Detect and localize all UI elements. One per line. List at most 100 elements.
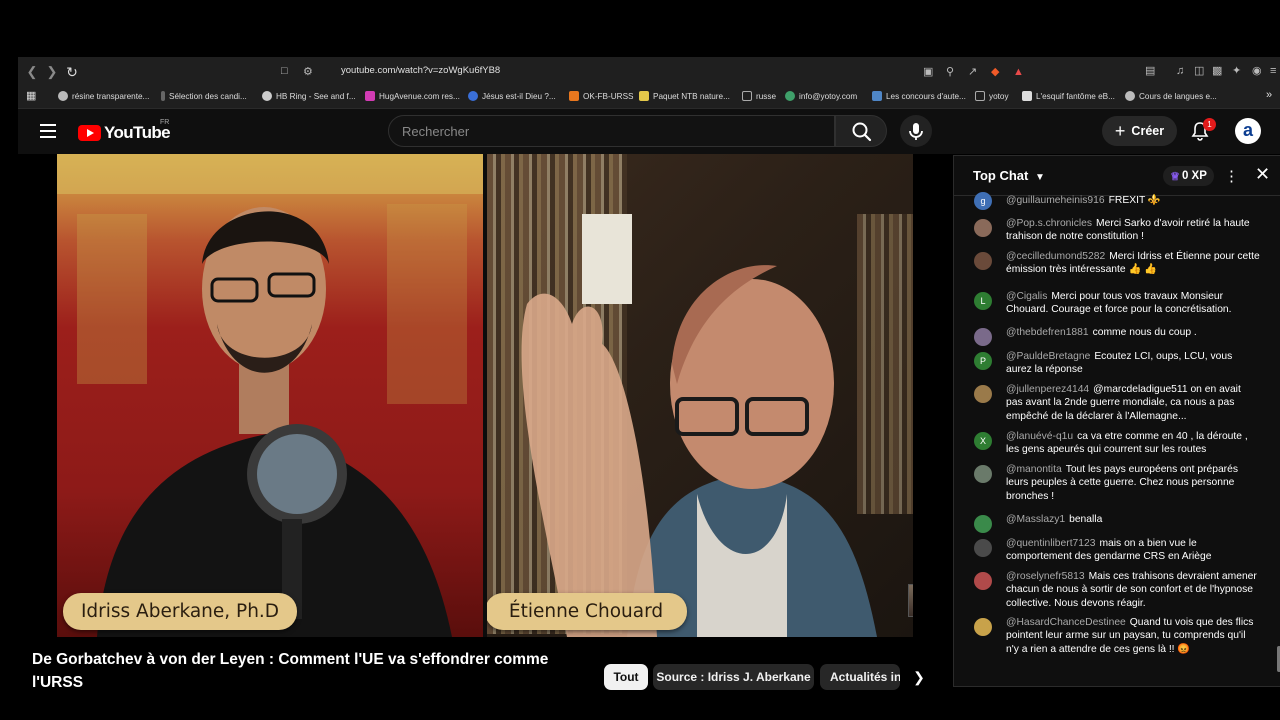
brave-shield-icon[interactable]: ◆ — [991, 65, 999, 79]
bookmark-favicon-icon — [785, 91, 795, 101]
notification-badge: 1 — [1203, 118, 1216, 131]
chat-avatar — [974, 465, 992, 483]
more-options-icon[interactable]: ⋮ — [1224, 167, 1239, 185]
back-icon[interactable]: ❮ — [24, 64, 40, 80]
chip-news[interactable]: Actualités in — [820, 664, 900, 690]
bookmark-item[interactable]: Les concours d'aute... — [872, 91, 966, 101]
bookmark-label: yotoy — [989, 91, 1009, 101]
crown-icon: ♕ — [1170, 170, 1180, 183]
chat-message-body: FREXIT ⚜️ — [1108, 195, 1161, 206]
create-button[interactable]: + Créer — [1102, 116, 1177, 146]
bookmark-favicon-icon — [262, 91, 272, 101]
channel-watermark-thumbnail[interactable] — [908, 584, 913, 617]
bookmark-item[interactable]: L'esquif fantôme eB... — [1022, 91, 1115, 101]
speaker-left-image — [57, 154, 483, 637]
chat-username: @manontita — [1006, 464, 1062, 475]
region-code: FR — [160, 119, 170, 126]
video-left-panel: Idriss Aberkane, Ph.D — [57, 154, 483, 637]
chat-avatar — [974, 385, 992, 403]
search-button[interactable] — [835, 115, 887, 147]
bookmark-item[interactable]: yotoy — [975, 91, 1009, 101]
chat-message-text: @lanuévé-q1u ca va etre comme en 40 , la … — [1006, 430, 1260, 457]
bookmark-item[interactable]: Paquet NTB nature... — [639, 91, 730, 101]
bookmark-item[interactable]: HB Ring - See and f... — [262, 91, 356, 101]
speaker-right-image — [521, 214, 877, 637]
wallet-icon[interactable]: ▩ — [1212, 65, 1222, 77]
rewards-icon[interactable]: ▲ — [1013, 65, 1024, 79]
account-avatar[interactable]: a — [1235, 118, 1261, 144]
chat-message-text: @PauldeBretagne Ecoutez LCI, oups, LCU, v… — [1006, 350, 1260, 377]
bookmark-label: HB Ring - See and f... — [276, 91, 356, 101]
chat-avatar: P — [974, 352, 992, 370]
search-icon — [852, 122, 872, 142]
url-text[interactable]: youtube.com/watch?v=zoWgKu6fYB8 — [341, 65, 500, 76]
bookmark-favicon-icon — [365, 91, 375, 101]
bookmark-item[interactable]: Sélection des candi... — [161, 91, 247, 101]
bookmark-item[interactable]: info@yotoy.com — [785, 91, 857, 101]
bookmark-label: Les concours d'aute... — [886, 91, 966, 101]
chat-username: @Masslazy1 — [1006, 514, 1066, 525]
zoom-icon[interactable]: ⚲ — [946, 65, 954, 79]
chat-username: @cecilledumond5282 — [1006, 251, 1106, 262]
menu-hamburger-icon[interactable] — [40, 124, 56, 138]
chat-message-text: @cecilledumond5282 Merci Idriss et Étienn… — [1006, 250, 1260, 277]
xp-badge[interactable]: ♕ 0 XP — [1163, 166, 1214, 186]
reading-list-icon[interactable]: ◫ — [1194, 65, 1204, 77]
create-label: Créer — [1131, 124, 1165, 138]
vpn-icon[interactable]: ◉ — [1252, 65, 1262, 77]
youtube-logo[interactable]: YouTube FR — [78, 119, 171, 143]
bookmark-label: Cours de langues e... — [1139, 91, 1217, 101]
chat-avatar — [974, 539, 992, 557]
chat-message-text: @HasardChanceDestinee Quand tu vois que d… — [1006, 616, 1260, 656]
youtube-wordmark: YouTube — [104, 123, 171, 142]
chat-avatar — [974, 572, 992, 590]
plus-icon: + — [1114, 121, 1126, 141]
bookmark-favicon-icon — [161, 91, 165, 101]
bookmark-item[interactable]: HugAvenue.com res... — [365, 91, 460, 101]
more-bookmarks-icon[interactable]: » — [1266, 89, 1272, 101]
site-info-icon[interactable]: ⚙ — [303, 65, 313, 79]
bookmark-item[interactable]: russe — [742, 91, 776, 101]
bookmark-page-icon[interactable]: □ — [281, 64, 288, 78]
apps-grid-icon[interactable]: ▦ — [26, 89, 36, 102]
speaker-left-nameplate: Idriss Aberkane, Ph.D — [63, 593, 297, 630]
bookmark-label: info@yotoy.com — [799, 91, 858, 101]
search-input[interactable] — [389, 116, 834, 146]
bookmark-item[interactable]: Cours de langues e... — [1125, 91, 1217, 101]
music-icon[interactable]: ♫ — [1176, 65, 1184, 77]
search-box[interactable] — [388, 115, 835, 147]
chip-source[interactable]: Source : Idriss J. Aberkane — [653, 664, 814, 690]
bookmark-label: résine transparente... — [72, 91, 150, 101]
bookmark-favicon-icon — [872, 91, 882, 101]
bookmark-item[interactable]: Jésus est-il Dieu ?... — [468, 91, 556, 101]
chat-message-text: @quentinlibert7123 mais on a bien vue le … — [1006, 537, 1260, 564]
chevron-right-icon[interactable]: ❯ — [909, 667, 929, 687]
bookmark-label: HugAvenue.com res... — [379, 91, 460, 101]
youtube-header: YouTube FR + Créer 1 a — [18, 109, 1280, 154]
forward-icon[interactable]: ❯ — [44, 64, 60, 80]
folder-icon — [975, 91, 985, 101]
chat-username: @jullenperez4144 — [1006, 384, 1090, 395]
chip-all[interactable]: Tout — [604, 664, 648, 690]
chat-message-text: @thebdefren1881 comme nous du coup . — [1006, 326, 1260, 339]
chat-message-body: comme nous du coup . — [1092, 327, 1197, 338]
voice-search-button[interactable] — [900, 115, 932, 147]
sidebar-icon[interactable]: ▤ — [1145, 65, 1155, 77]
chat-message-text: @Cigalis Merci pour tous vos travaux Mons… — [1006, 290, 1260, 317]
chat-avatar — [974, 328, 992, 346]
video-player[interactable]: Idriss Aberkane, Ph.D Étienne Chouard — [57, 154, 913, 637]
extensions-icon[interactable]: ✦ — [1232, 65, 1241, 77]
chat-username: @quentinlibert7123 — [1006, 538, 1096, 549]
close-icon[interactable]: ✕ — [1255, 164, 1270, 185]
reload-icon[interactable]: ↻ — [64, 64, 80, 80]
bookmark-item[interactable]: OK-FB-URSS — [569, 91, 634, 101]
screen: ❮ ❯ ↻ □ ⚙ youtube.com/watch?v=zoWgKu6fYB… — [0, 0, 1280, 720]
address-bar[interactable]: □ ⚙ youtube.com/watch?v=zoWgKu6fYB8 ▣ ⚲ … — [281, 60, 1035, 84]
menu-icon[interactable]: ≡ — [1270, 65, 1276, 77]
cast-icon[interactable]: ▣ — [923, 65, 933, 79]
chat-mode-selector[interactable]: Top Chat ▼ — [973, 168, 1045, 183]
share-icon[interactable]: ↗ — [968, 65, 977, 79]
bookmark-label: Jésus est-il Dieu ?... — [482, 91, 556, 101]
bookmark-label: OK-FB-URSS — [583, 91, 634, 101]
bookmark-item[interactable]: résine transparente... — [58, 91, 149, 101]
